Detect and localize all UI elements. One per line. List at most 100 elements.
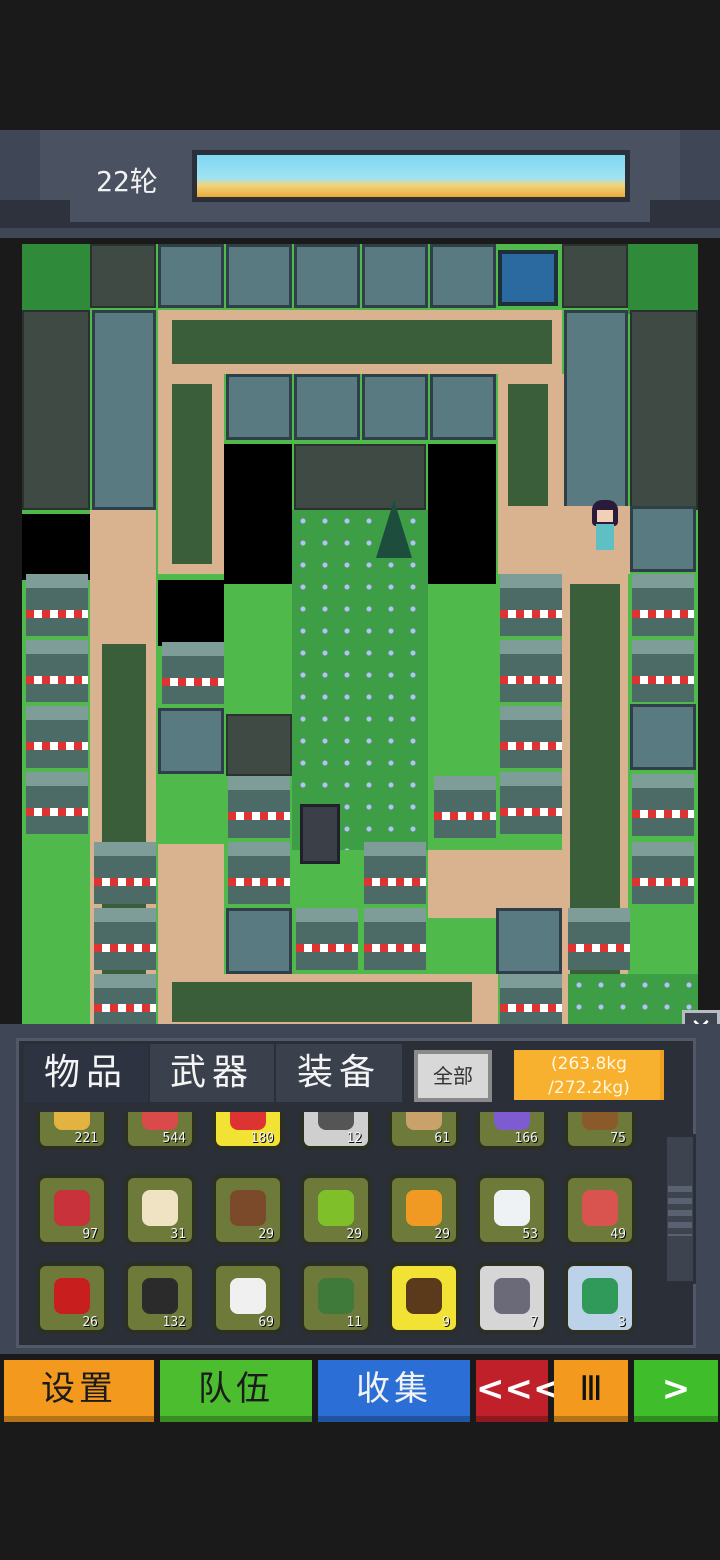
item-count: 97 bbox=[82, 1227, 98, 1242]
shop-building bbox=[568, 908, 630, 970]
meat-icon bbox=[54, 1190, 90, 1226]
item-count: 26 bbox=[82, 1315, 98, 1330]
parking-lot bbox=[562, 244, 628, 308]
inventory-slot[interactable]: 221 bbox=[36, 1112, 108, 1150]
building bbox=[92, 310, 156, 510]
building bbox=[630, 704, 696, 770]
play-button[interactable]: > bbox=[634, 1360, 718, 1422]
herb-icon bbox=[318, 1278, 354, 1314]
shop-building bbox=[632, 842, 694, 904]
inventory-slot[interactable]: 29 bbox=[212, 1174, 284, 1246]
tab-weapons[interactable]: 武器 bbox=[150, 1044, 274, 1102]
wood-log-icon bbox=[582, 1112, 618, 1130]
item-count: 221 bbox=[74, 1131, 98, 1146]
item-count: 49 bbox=[610, 1227, 626, 1242]
inventory-slot[interactable]: 12 bbox=[300, 1112, 372, 1150]
shop-building bbox=[632, 640, 694, 702]
shop-building bbox=[26, 706, 88, 768]
scrollbar-handle[interactable] bbox=[668, 1186, 692, 1236]
unexplored-area bbox=[22, 514, 90, 580]
item-count: 3 bbox=[618, 1315, 626, 1330]
player-character[interactable] bbox=[588, 500, 622, 554]
shop-building bbox=[500, 772, 562, 834]
inventory-slot[interactable]: 31 bbox=[124, 1174, 196, 1246]
building bbox=[226, 374, 292, 440]
pool-tile bbox=[498, 250, 558, 306]
unexplored-area bbox=[158, 580, 224, 646]
hedge-row bbox=[508, 384, 548, 514]
shop-building bbox=[162, 642, 224, 704]
inventory-slot[interactable]: 69 bbox=[212, 1262, 284, 1334]
shop-building bbox=[500, 640, 562, 702]
egg-icon bbox=[142, 1190, 178, 1226]
item-count: 9 bbox=[442, 1315, 450, 1330]
gun-icon bbox=[494, 1278, 530, 1314]
pause-button[interactable]: Ⅲ bbox=[554, 1360, 628, 1422]
tab-items[interactable]: 物品 bbox=[24, 1044, 148, 1102]
game-map[interactable] bbox=[22, 244, 698, 1030]
collect-button[interactable]: 收集 bbox=[318, 1360, 470, 1422]
inventory-slot[interactable]: 61 bbox=[388, 1112, 460, 1150]
rifle-barrel-icon bbox=[318, 1112, 354, 1130]
shop-building bbox=[364, 908, 426, 970]
pine-tree bbox=[376, 500, 412, 558]
inventory-slot[interactable]: 49 bbox=[564, 1174, 636, 1246]
weight-current: (263.8kg bbox=[551, 1054, 627, 1074]
weight-capacity: (263.8kg /272.2kg) bbox=[510, 1046, 668, 1104]
grass-patch bbox=[628, 244, 698, 314]
item-count: 166 bbox=[514, 1131, 538, 1146]
inventory-slot[interactable]: 26 bbox=[36, 1262, 108, 1334]
inventory-slot[interactable]: 75 bbox=[564, 1112, 636, 1150]
item-count: 132 bbox=[162, 1315, 186, 1330]
hud-frame-left bbox=[0, 200, 70, 228]
inventory-slot[interactable]: 29 bbox=[300, 1174, 372, 1246]
inventory-slot[interactable]: 166 bbox=[476, 1112, 548, 1150]
inventory-slot[interactable]: 11 bbox=[300, 1262, 372, 1334]
inventory-slot[interactable]: 53 bbox=[476, 1174, 548, 1246]
hedge-row bbox=[172, 320, 552, 364]
building bbox=[430, 374, 496, 440]
parking-lot bbox=[90, 244, 156, 308]
inventory-grid[interactable]: 221 544 180 12 61 166 75 97 31 29 29 29 53 49 26 132 69 1… bbox=[26, 1112, 662, 1344]
building bbox=[362, 374, 428, 440]
canned-fish-icon bbox=[582, 1190, 618, 1226]
tab-equipment[interactable]: 装备 bbox=[276, 1044, 402, 1102]
building bbox=[430, 244, 496, 308]
rope-icon bbox=[406, 1112, 442, 1130]
chocolate-icon bbox=[230, 1190, 266, 1226]
rewind-button[interactable]: <<< bbox=[476, 1360, 561, 1422]
item-count: 29 bbox=[434, 1227, 450, 1242]
apple-icon bbox=[318, 1190, 354, 1226]
parking-lot bbox=[630, 310, 698, 510]
filter-all-button[interactable]: 全部 bbox=[414, 1050, 492, 1102]
liquor-bottle-icon bbox=[406, 1278, 442, 1314]
battery-icon bbox=[142, 1278, 178, 1314]
hud-frame-right bbox=[650, 200, 720, 228]
flower-meadow bbox=[292, 510, 428, 850]
inventory-slot[interactable]: 7 bbox=[476, 1262, 548, 1334]
cloth-icon bbox=[494, 1112, 530, 1130]
inventory-slot[interactable]: 3 bbox=[564, 1262, 636, 1334]
honeycomb-icon bbox=[406, 1190, 442, 1226]
item-count: 69 bbox=[258, 1315, 274, 1330]
building bbox=[226, 908, 292, 974]
hedge-row bbox=[172, 384, 212, 564]
shop-building bbox=[26, 640, 88, 702]
item-count: 7 bbox=[530, 1315, 538, 1330]
inventory-slot[interactable]: 97 bbox=[36, 1174, 108, 1246]
parking-lot bbox=[22, 310, 90, 510]
inventory-slot[interactable]: 132 bbox=[124, 1262, 196, 1334]
settings-button[interactable]: 设置 bbox=[4, 1360, 154, 1422]
shop-building bbox=[26, 574, 88, 636]
item-count: 12 bbox=[346, 1131, 362, 1146]
building bbox=[226, 244, 292, 308]
inventory-slot[interactable]: 544 bbox=[124, 1112, 196, 1150]
inventory-slot[interactable]: 180 bbox=[212, 1112, 284, 1150]
team-button[interactable]: 队伍 bbox=[160, 1360, 312, 1422]
milk-bottle-icon bbox=[494, 1190, 530, 1226]
shop-building bbox=[94, 974, 156, 1030]
building bbox=[630, 506, 696, 572]
inventory-slot[interactable]: 9 bbox=[388, 1262, 460, 1334]
parking-lot bbox=[226, 714, 292, 776]
inventory-slot[interactable]: 29 bbox=[388, 1174, 460, 1246]
